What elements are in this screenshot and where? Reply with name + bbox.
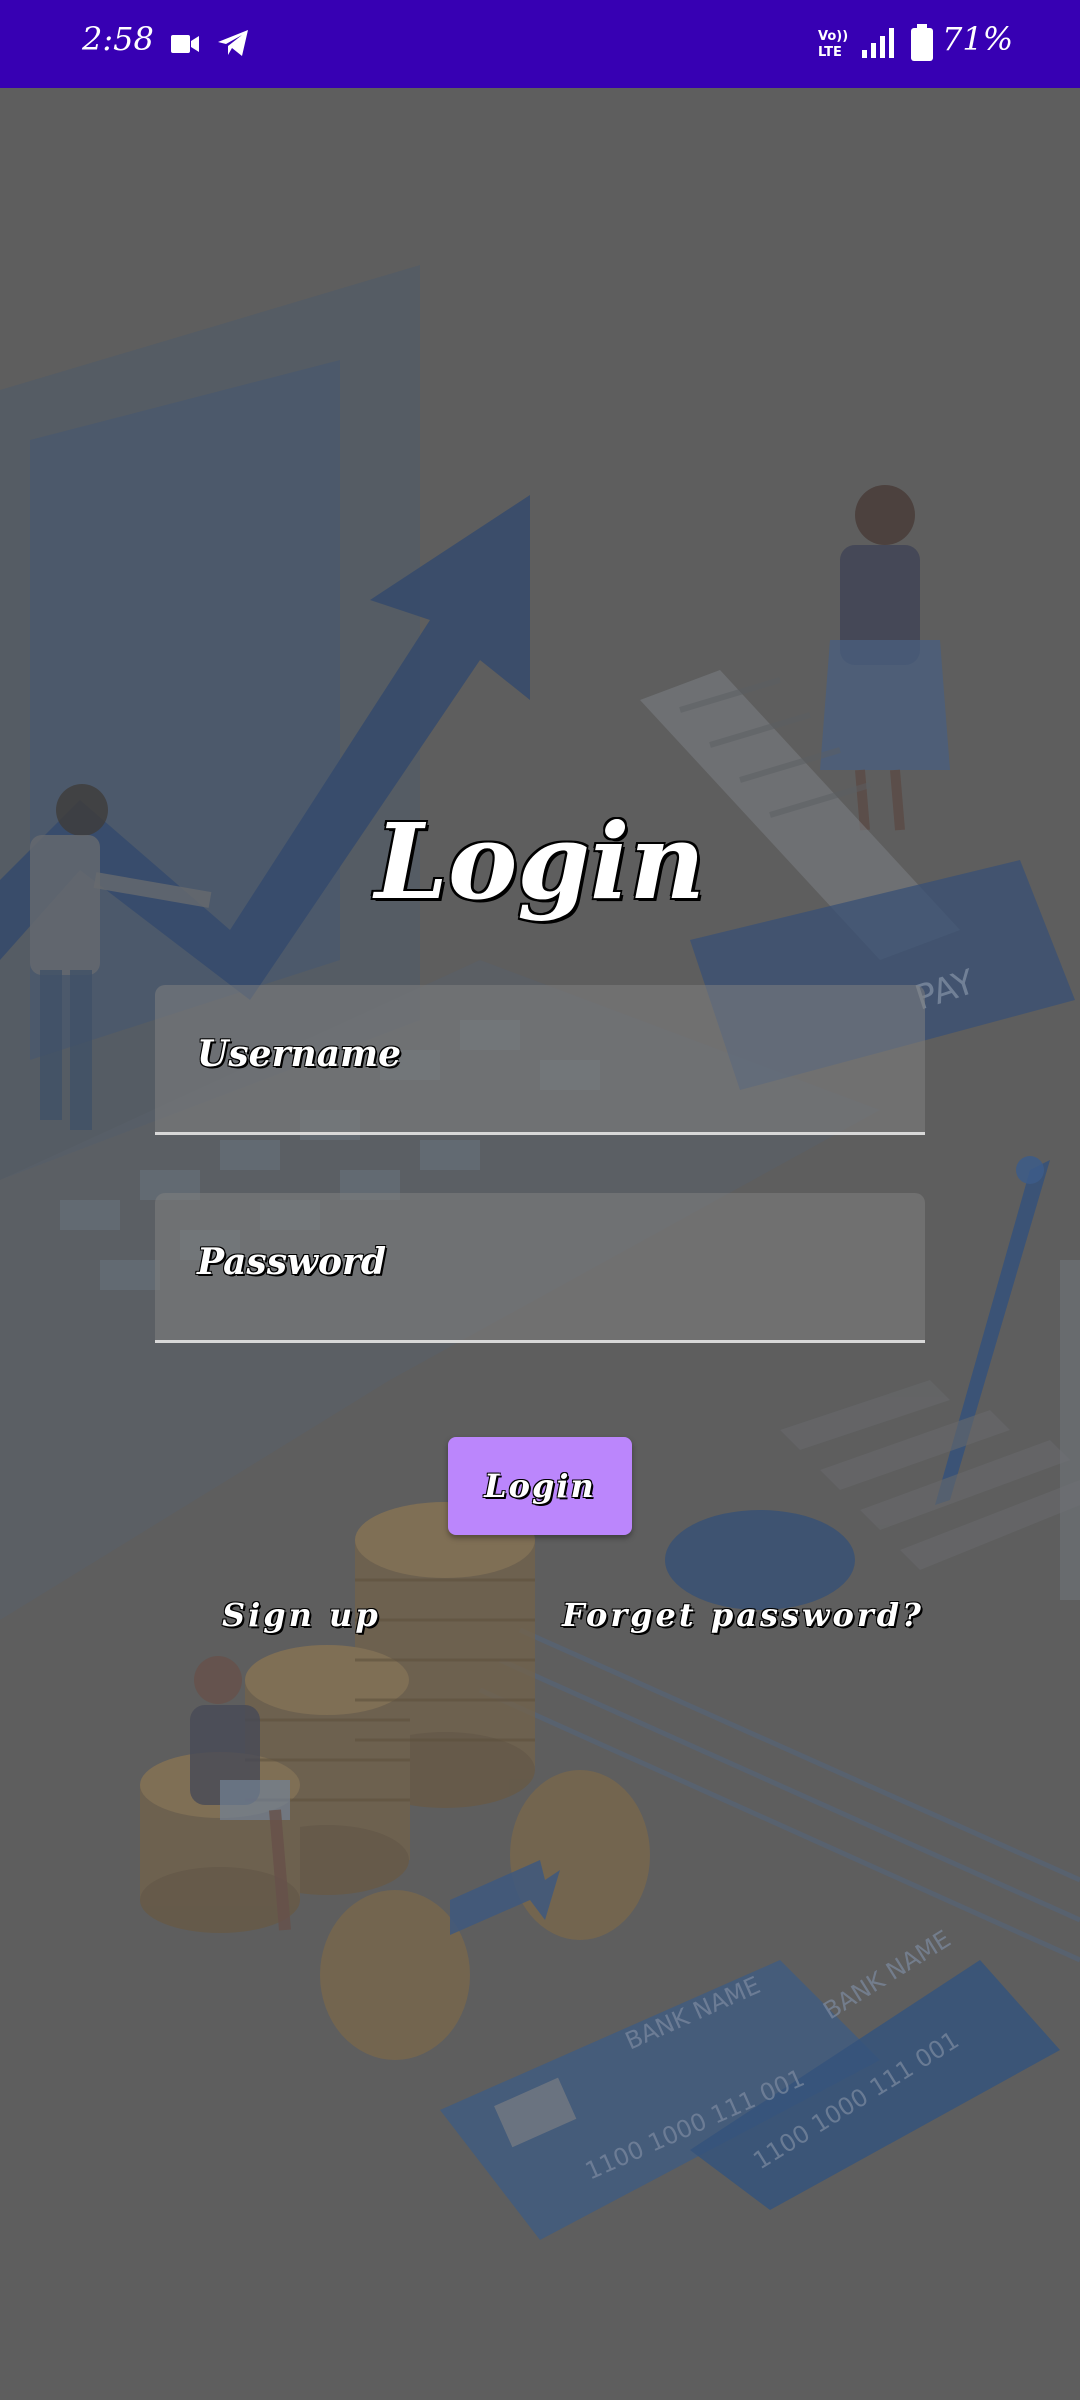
battery-icon [911, 24, 933, 61]
username-input[interactable] [155, 985, 925, 1132]
status-time: 2:58 [82, 20, 154, 58]
forgot-password-link[interactable]: Forget password? [562, 1596, 924, 1634]
telegram-icon [218, 30, 248, 56]
svg-text:LTE: LTE [818, 45, 842, 60]
status-bar: 2:58 Vo)) LTE 71% [0, 0, 1080, 88]
password-field[interactable]: Password [155, 1193, 925, 1343]
password-input[interactable] [155, 1193, 925, 1340]
username-field[interactable]: Username [155, 985, 925, 1135]
video-camera-icon [171, 35, 199, 53]
svg-text:Vo)): Vo)) [818, 29, 848, 44]
volte-icon: Vo)) LTE [818, 29, 848, 60]
page-title: Login [374, 800, 706, 923]
signal-icon [862, 28, 894, 58]
login-button[interactable]: Login [448, 1437, 632, 1535]
sign-up-link[interactable]: Sign up [222, 1596, 381, 1634]
battery-percentage: 71% [942, 20, 1014, 58]
